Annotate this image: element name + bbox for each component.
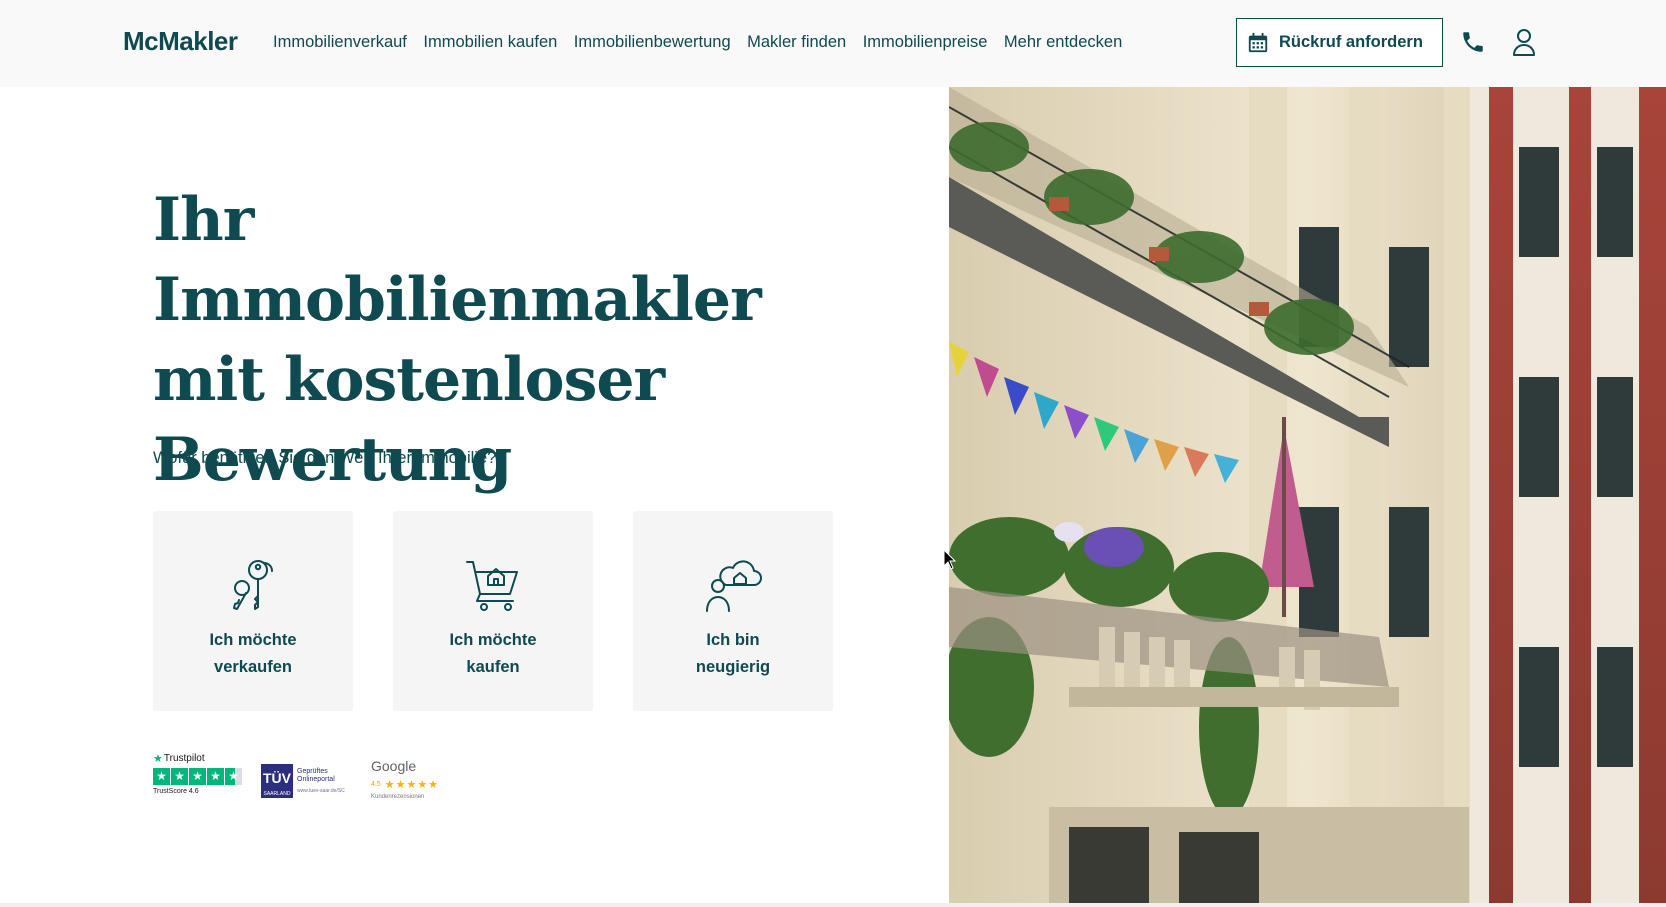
half-star-icon: ★ <box>225 768 242 785</box>
nav-makler-finden[interactable]: Makler finden <box>747 33 846 52</box>
building-balconies-photo <box>949 87 1666 903</box>
option-label-sell: Ich möchte verkaufen <box>209 631 297 676</box>
bottom-divider <box>0 903 1666 907</box>
hero-title-line-1: Ihr Immobilienmakler <box>153 185 762 335</box>
keys-icon <box>233 560 273 610</box>
google-reviews-badge[interactable]: Google 4.5 ★★★★★ Kundenrezensionen <box>371 758 451 808</box>
option-label-buy: Ich möchte kaufen <box>449 631 537 676</box>
main-nav: Immobilienverkauf Immobilien kaufen Immo… <box>273 33 1139 52</box>
star-icon: ★ <box>189 768 206 785</box>
hero-image <box>949 87 1666 903</box>
hero-question: Wofür benötigen Sie den Wert Ihrer Immob… <box>153 449 497 467</box>
google-sub: Kundenrezensionen <box>371 794 425 800</box>
option-card-sell[interactable]: Ich möchte verkaufen <box>153 511 353 711</box>
tuv-text: Geprüftes Onlineportal www.tuev-saar.de/… <box>297 767 345 794</box>
callback-label: Rückruf anfordern <box>1279 33 1423 51</box>
option-card-curious[interactable]: Ich bin neugierig <box>633 511 833 711</box>
google-brand: Google <box>371 758 417 774</box>
option-label-curious: Ich bin neugierig <box>695 631 771 676</box>
nav-mehr-entdecken[interactable]: Mehr entdecken <box>1004 33 1122 52</box>
google-stars-icon: ★★★★★ <box>384 779 440 791</box>
mouse-cursor-icon <box>943 549 957 570</box>
person-cloud-house-icon <box>706 560 762 612</box>
star-icon: ★ <box>207 768 224 785</box>
user-icon[interactable] <box>1512 28 1536 56</box>
trustpilot-star-icon: ★ <box>153 753 163 765</box>
google-rating: 4.5 ★★★★★ <box>371 779 440 791</box>
option-card-buy[interactable]: Ich möchte kaufen <box>393 511 593 711</box>
trustpilot-badge[interactable]: ★ Trustpilot ★ ★ ★ ★ ★ TrustScore 4.6 <box>153 752 245 802</box>
nav-immobilienverkauf[interactable]: Immobilienverkauf <box>273 33 407 52</box>
mcmakler-logo[interactable]: McMakler <box>123 26 238 57</box>
tuv-logo: TÜV SAARLAND <box>261 764 293 798</box>
shopping-cart-house-icon <box>466 561 518 611</box>
nav-immobilienpreise[interactable]: Immobilienpreise <box>863 33 988 52</box>
calendar-icon <box>1248 32 1268 52</box>
star-icon: ★ <box>153 768 170 785</box>
trustpilot-score: TrustScore 4.6 <box>153 788 199 795</box>
trustpilot-stars: ★ ★ ★ ★ ★ <box>153 768 245 785</box>
callback-request-button[interactable]: Rückruf anfordern <box>1236 18 1443 67</box>
star-icon: ★ <box>171 768 188 785</box>
tuv-badge[interactable]: TÜV SAARLAND Geprüftes Onlineportal www.… <box>261 756 345 806</box>
hero-title-line-2: mit kostenloser <box>153 345 665 415</box>
nav-immobilien-kaufen[interactable]: Immobilien kaufen <box>423 33 557 52</box>
trustpilot-brand: ★ Trustpilot <box>153 753 205 765</box>
nav-immobilienbewertung[interactable]: Immobilienbewertung <box>574 33 731 52</box>
site-header: McMakler Immobilienverkauf Immobilien ka… <box>0 0 1666 87</box>
phone-icon[interactable] <box>1460 29 1486 55</box>
